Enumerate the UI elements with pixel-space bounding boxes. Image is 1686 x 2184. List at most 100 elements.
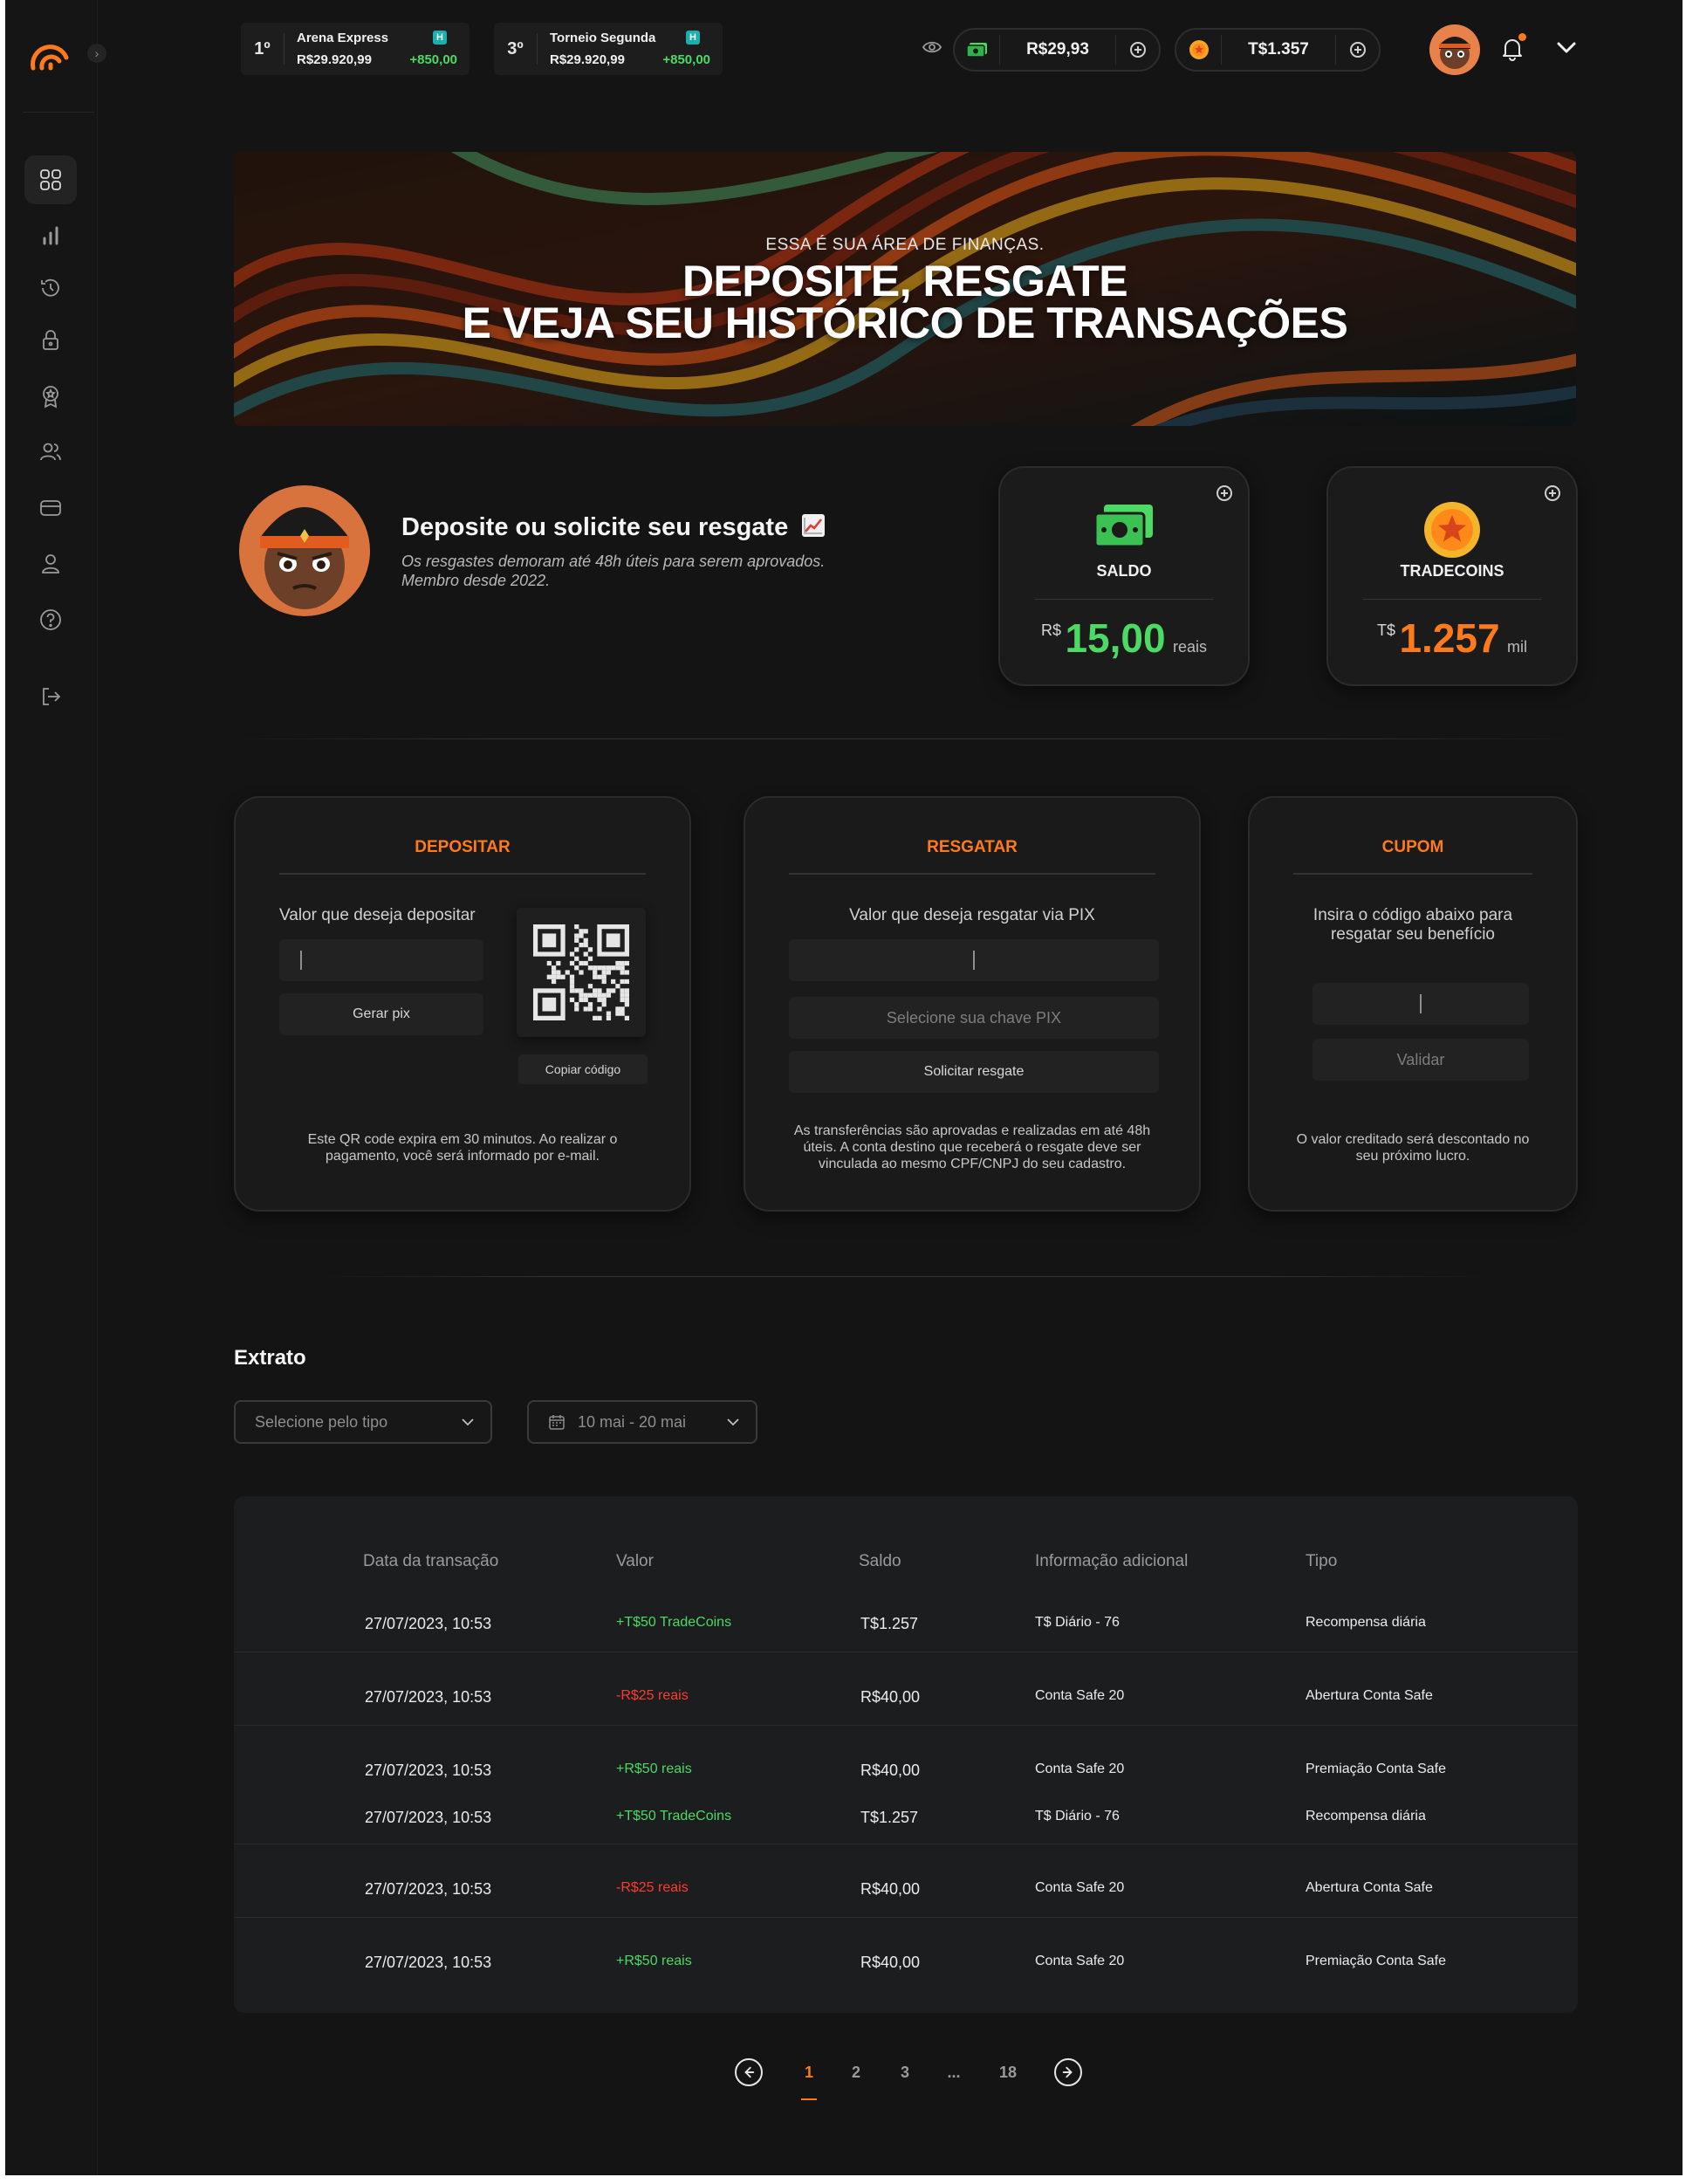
cell-value: +R$50 reais bbox=[616, 1954, 692, 1968]
date-range-filter[interactable]: 10 mai - 20 mai bbox=[527, 1400, 757, 1444]
cell-date: 27/07/2023, 10:53 bbox=[365, 1615, 492, 1632]
cell-balance: R$40,00 bbox=[860, 1880, 921, 1898]
previous-page-arrow-icon[interactable] bbox=[735, 2058, 763, 2086]
sidebar-expand-button[interactable]: › bbox=[87, 44, 106, 63]
hero-eyebrow: ESSA É SUA ÁREA DE FINANÇAS. bbox=[765, 236, 1045, 254]
cash-icon bbox=[955, 35, 1000, 65]
withdraw-card: RESGATAR Valor que deseja resgatar via P… bbox=[744, 796, 1201, 1212]
tradecoins-amount: T$ 1.257 mil bbox=[1328, 615, 1576, 662]
plus-circle-icon bbox=[1217, 485, 1232, 501]
add-tradecoins-card-button[interactable] bbox=[1545, 485, 1560, 501]
cell-balance: R$40,00 bbox=[860, 1762, 921, 1779]
type-filter-select[interactable]: Selecione pelo tipo bbox=[234, 1400, 492, 1444]
cell-info: T$ Diário - 76 bbox=[1035, 1809, 1120, 1823]
profile-subtitle-line2: Membro desde 2022. bbox=[401, 572, 551, 589]
profile-subtitle: Os resgastes demoram até 48h úteis para … bbox=[401, 552, 890, 590]
plus-circle-icon bbox=[1349, 42, 1366, 58]
add-reais-button[interactable] bbox=[1115, 35, 1159, 65]
user-icon bbox=[42, 554, 59, 573]
coupon-footer: O valor creditado será descontado no seu… bbox=[1296, 1132, 1530, 1164]
add-tradecoins-button[interactable] bbox=[1335, 35, 1379, 65]
chart-up-icon bbox=[802, 514, 826, 537]
chevron-down-icon[interactable] bbox=[1555, 38, 1578, 56]
hero-title-line2: E VEJA SEU HISTÓRICO DE TRANSAÇÕES bbox=[462, 299, 1348, 347]
plus-circle-icon bbox=[1129, 42, 1146, 58]
cell-date: 27/07/2023, 10:53 bbox=[365, 1809, 492, 1826]
ranking-card[interactable]: 3º Torneio Segunda H R$29.920,99 +850,00 bbox=[494, 23, 723, 75]
row-divider bbox=[234, 1917, 1578, 1918]
cell-value: -R$25 reais bbox=[616, 1688, 689, 1703]
validate-coupon-button[interactable]: Validar bbox=[1312, 1039, 1529, 1081]
sidebar-item-profile[interactable] bbox=[24, 539, 77, 588]
balance-reais-value: R$29,93 bbox=[1026, 40, 1089, 58]
cell-info: Conta Safe 20 bbox=[1035, 1954, 1125, 1968]
history-icon bbox=[41, 278, 59, 297]
profile-title: Deposite ou solicite seu resgate bbox=[401, 513, 826, 542]
page-18[interactable]: 18 bbox=[995, 2064, 1021, 2082]
profile-subtitle-line1: Os resgastes demoram até 48h úteis para … bbox=[401, 553, 826, 570]
sidebar-item-safe[interactable] bbox=[24, 316, 77, 365]
help-icon bbox=[40, 609, 61, 630]
request-withdraw-button[interactable]: Solicitar resgate bbox=[789, 1051, 1159, 1093]
generate-pix-button[interactable]: Gerar pix bbox=[279, 993, 483, 1035]
sidebar: › bbox=[5, 0, 106, 2175]
deposit-label: Valor que deseja depositar bbox=[279, 906, 476, 924]
sidebar-item-rewards[interactable] bbox=[24, 372, 77, 421]
sidebar-item-wallet[interactable] bbox=[24, 484, 77, 532]
card-divider bbox=[1035, 599, 1213, 600]
chart-icon bbox=[43, 226, 58, 245]
pix-key-select[interactable]: Selecione sua chave PIX bbox=[789, 997, 1159, 1039]
ranking-card[interactable]: 1º Arena Express H R$29.920,99 +850,00 bbox=[241, 23, 469, 75]
cell-type: Premiação Conta Safe bbox=[1306, 1762, 1446, 1776]
avatar[interactable] bbox=[1429, 24, 1480, 75]
cell-balance: R$40,00 bbox=[860, 1954, 921, 1971]
page-2[interactable]: 2 bbox=[843, 2064, 869, 2082]
sidebar-item-logout[interactable] bbox=[24, 672, 77, 721]
copy-code-button[interactable]: Copiar código bbox=[518, 1054, 648, 1084]
cell-date: 27/07/2023, 10:53 bbox=[365, 1688, 492, 1706]
chevron-down-icon bbox=[727, 1418, 739, 1426]
users-icon bbox=[40, 443, 61, 461]
next-page-arrow-icon[interactable] bbox=[1054, 2058, 1082, 2086]
ranking-delta: +850,00 bbox=[662, 52, 710, 67]
sidebar-item-stats[interactable] bbox=[24, 211, 77, 260]
cell-type: Abertura Conta Safe bbox=[1306, 1688, 1433, 1703]
cell-value: +T$50 TradeCoins bbox=[616, 1615, 732, 1630]
sidebar-item-help[interactable] bbox=[24, 595, 77, 644]
finance-hero-banner: ESSA É SUA ÁREA DE FINANÇAS. DEPOSITE, R… bbox=[234, 152, 1576, 426]
sidebar-item-dashboard[interactable] bbox=[24, 155, 77, 204]
coupon-title: CUPOM bbox=[1381, 838, 1444, 856]
ranking-info: Torneio Segunda H R$29.920,99 +850,00 bbox=[538, 31, 710, 67]
badge-icon bbox=[43, 386, 58, 409]
page-ellipsis: ... bbox=[947, 2064, 961, 2081]
notification-dot bbox=[1518, 33, 1526, 41]
profile-avatar bbox=[239, 485, 370, 616]
sidebar-item-history[interactable] bbox=[24, 264, 77, 312]
eye-icon[interactable] bbox=[922, 38, 942, 56]
cell-date: 27/07/2023, 10:53 bbox=[365, 1762, 492, 1779]
ranking-position: 1º bbox=[241, 33, 284, 65]
coupon-code-input[interactable] bbox=[1312, 983, 1529, 1025]
wallet-icon bbox=[40, 500, 61, 516]
lock-icon bbox=[43, 330, 58, 350]
withdraw-amount-input[interactable] bbox=[789, 939, 1159, 981]
tradecoins-value: 1.257 bbox=[1399, 615, 1500, 661]
type-filter-value: Selecione pelo tipo bbox=[255, 1412, 388, 1431]
cell-value: +T$50 TradeCoins bbox=[616, 1809, 732, 1823]
coupon-label: Insira o código abaixo para resgatar seu… bbox=[1312, 906, 1513, 944]
app-window: › 1º Arena Express H R$29.920,99 +850,00… bbox=[5, 0, 1683, 2175]
saldo-value: 15,00 bbox=[1065, 615, 1166, 661]
brand-logo[interactable] bbox=[28, 33, 72, 73]
row-divider bbox=[234, 1725, 1578, 1726]
page-1[interactable]: 1 bbox=[796, 2064, 822, 2082]
card-divider bbox=[1293, 873, 1532, 875]
add-saldo-button[interactable] bbox=[1217, 485, 1232, 501]
deposit-amount-input[interactable] bbox=[279, 939, 483, 981]
page-3[interactable]: 3 bbox=[892, 2064, 918, 2082]
coin-icon bbox=[1424, 502, 1480, 558]
coin-icon bbox=[1176, 35, 1222, 65]
sidebar-item-community[interactable] bbox=[24, 428, 77, 477]
saldo-label: SALDO bbox=[1096, 562, 1152, 580]
hero-text: ESSA É SUA ÁREA DE FINANÇAS. DEPOSITE, R… bbox=[234, 236, 1576, 347]
balance-tradecoins-value: T$1.357 bbox=[1248, 40, 1309, 58]
